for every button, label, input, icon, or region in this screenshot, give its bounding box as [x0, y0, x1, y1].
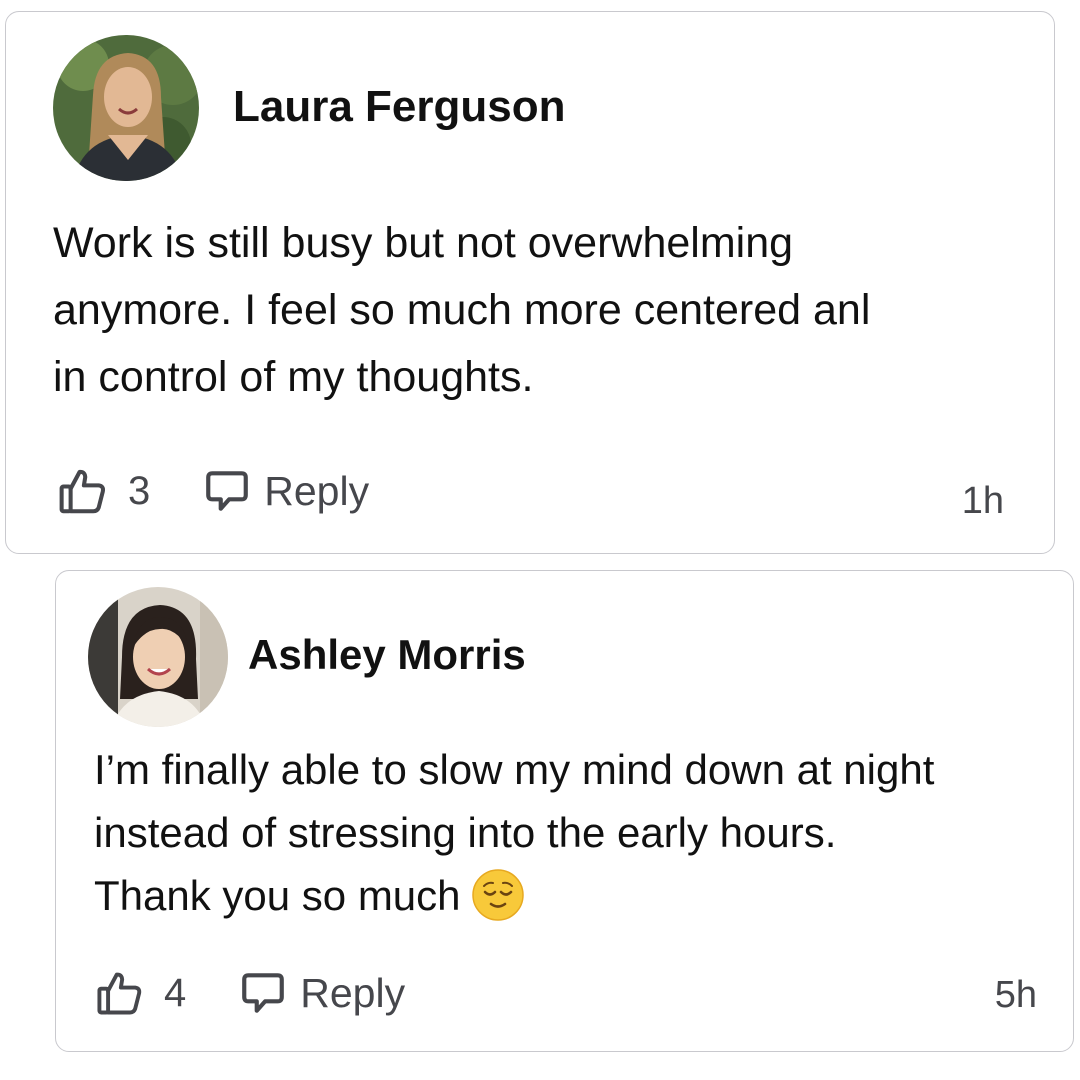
- comment-body-line: Thank you so much: [94, 864, 934, 927]
- comment-body-line: I’m finally able to slow my mind down at…: [94, 746, 935, 793]
- comment-actions: 3 Reply: [56, 464, 369, 518]
- like-count: 4: [164, 970, 187, 1015]
- speech-bubble-icon: [242, 973, 285, 1013]
- reply-label: Reply: [300, 969, 406, 1016]
- avatar[interactable]: [88, 587, 228, 727]
- comment-author[interactable]: Ashley Morris: [248, 631, 526, 679]
- like-button[interactable]: 3: [56, 464, 150, 518]
- like-count: 3: [128, 468, 151, 513]
- comment-body-line: in control of my thoughts.: [53, 353, 534, 401]
- comment-body: I’m finally able to slow my mind down at…: [94, 738, 934, 927]
- comment-author[interactable]: Laura Ferguson: [233, 82, 566, 132]
- comment-card: Ashley Morris I’m finally able to slow m…: [55, 570, 1074, 1052]
- reply-button[interactable]: Reply: [202, 466, 369, 516]
- comment-timestamp: 1h: [961, 480, 1004, 522]
- comment-actions: 4 Reply: [94, 967, 405, 1019]
- reply-label: Reply: [264, 467, 370, 514]
- comment-body: Work is still busy but not overwhelming …: [53, 210, 870, 411]
- comment-body-line: instead of stressing into the early hour…: [94, 809, 837, 856]
- comment-body-line: anymore. I feel so much more centered an…: [53, 286, 871, 334]
- thumbs-up-icon: [59, 469, 106, 514]
- relieved-face-emoji-icon: [471, 868, 525, 922]
- comment-body-text: Thank you so much: [94, 872, 461, 919]
- reply-button[interactable]: Reply: [238, 968, 405, 1018]
- comment-body-line: Work is still busy but not overwhelming: [53, 219, 794, 267]
- like-button[interactable]: 4: [94, 967, 186, 1019]
- comment-timestamp: 5h: [994, 974, 1037, 1016]
- avatar[interactable]: [53, 35, 199, 181]
- speech-bubble-icon: [206, 471, 249, 511]
- thumbs-up-icon: [97, 972, 142, 1015]
- comment-card: Laura Ferguson Work is still busy but no…: [5, 11, 1055, 554]
